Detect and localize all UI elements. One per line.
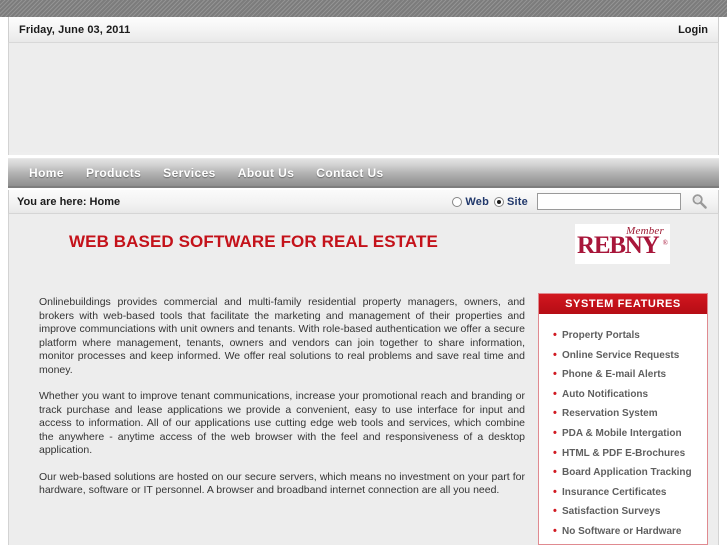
- paragraph-3: Our web-based solutions are hosted on ou…: [39, 470, 525, 497]
- nav-item-services[interactable]: Services: [152, 160, 227, 186]
- breadcrumb: You are here: Home: [17, 195, 121, 208]
- search-input[interactable]: [537, 193, 681, 210]
- page-root: Friday, June 03, 2011 Login Home Product…: [0, 0, 727, 545]
- list-item[interactable]: Satisfaction Surveys: [553, 502, 707, 522]
- paragraph-2: Whether you want to improve tenant commu…: [39, 390, 525, 456]
- search-scope-site-label: Site: [507, 195, 528, 208]
- paragraph-1: Onlinebuildings provides commercial and …: [39, 296, 525, 376]
- list-item[interactable]: Online Service Requests: [553, 346, 707, 366]
- system-features-title: SYSTEM FEATURES: [565, 298, 681, 310]
- banner-placeholder: [9, 43, 718, 152]
- list-item[interactable]: Insurance Certificates: [553, 483, 707, 503]
- nav-item-products[interactable]: Products: [75, 160, 152, 186]
- rebny-brand-text: REBNY: [577, 232, 660, 259]
- current-date-label: Friday, June 03, 2011: [19, 23, 131, 36]
- list-item[interactable]: No Software or Hardware: [553, 522, 707, 542]
- breadcrumb-search-row: You are here: Home Web Site: [8, 190, 719, 214]
- nav-item-about-us[interactable]: About Us: [227, 160, 306, 186]
- login-link[interactable]: Login: [678, 24, 708, 36]
- banner-region: [8, 43, 719, 155]
- system-features-list: Property Portals Online Service Requests…: [539, 314, 707, 542]
- list-item[interactable]: Board Application Tracking: [553, 463, 707, 483]
- list-item[interactable]: Phone & E-mail Alerts: [553, 365, 707, 385]
- search-area: Web Site: [452, 193, 718, 210]
- page-headline: WEB BASED SOFTWARE FOR REAL ESTATE: [69, 232, 438, 251]
- list-item[interactable]: Property Portals: [553, 326, 707, 346]
- top-decorative-stripe: [0, 0, 727, 17]
- content-area: WEB BASED SOFTWARE FOR REAL ESTATE Membe…: [8, 214, 719, 545]
- radio-site-icon[interactable]: [494, 196, 505, 207]
- utility-bar: Friday, June 03, 2011 Login: [8, 17, 719, 43]
- search-icon[interactable]: [691, 193, 708, 210]
- radio-web-icon[interactable]: [452, 196, 463, 207]
- list-item[interactable]: HTML & PDF E-Brochures: [553, 444, 707, 464]
- search-scope-site[interactable]: Site: [494, 196, 528, 208]
- intro-copy: Onlinebuildings provides commercial and …: [39, 296, 525, 511]
- nav-item-contact-us[interactable]: Contact Us: [305, 160, 394, 186]
- list-item[interactable]: Reservation System: [553, 404, 707, 424]
- search-scope-web[interactable]: Web: [452, 196, 489, 208]
- rebny-member-logo: Member REBNY ®: [575, 224, 670, 264]
- list-item[interactable]: Auto Notifications: [553, 385, 707, 405]
- rebny-trademark-icon: ®: [662, 239, 668, 247]
- nav-item-home[interactable]: Home: [18, 160, 75, 186]
- list-item[interactable]: PDA & Mobile Intergation: [553, 424, 707, 444]
- search-scope-web-label: Web: [465, 195, 490, 208]
- system-features-panel: SYSTEM FEATURES Property Portals Online …: [538, 293, 708, 545]
- main-navigation: Home Products Services About Us Contact …: [8, 158, 719, 188]
- system-features-header: SYSTEM FEATURES: [539, 294, 707, 314]
